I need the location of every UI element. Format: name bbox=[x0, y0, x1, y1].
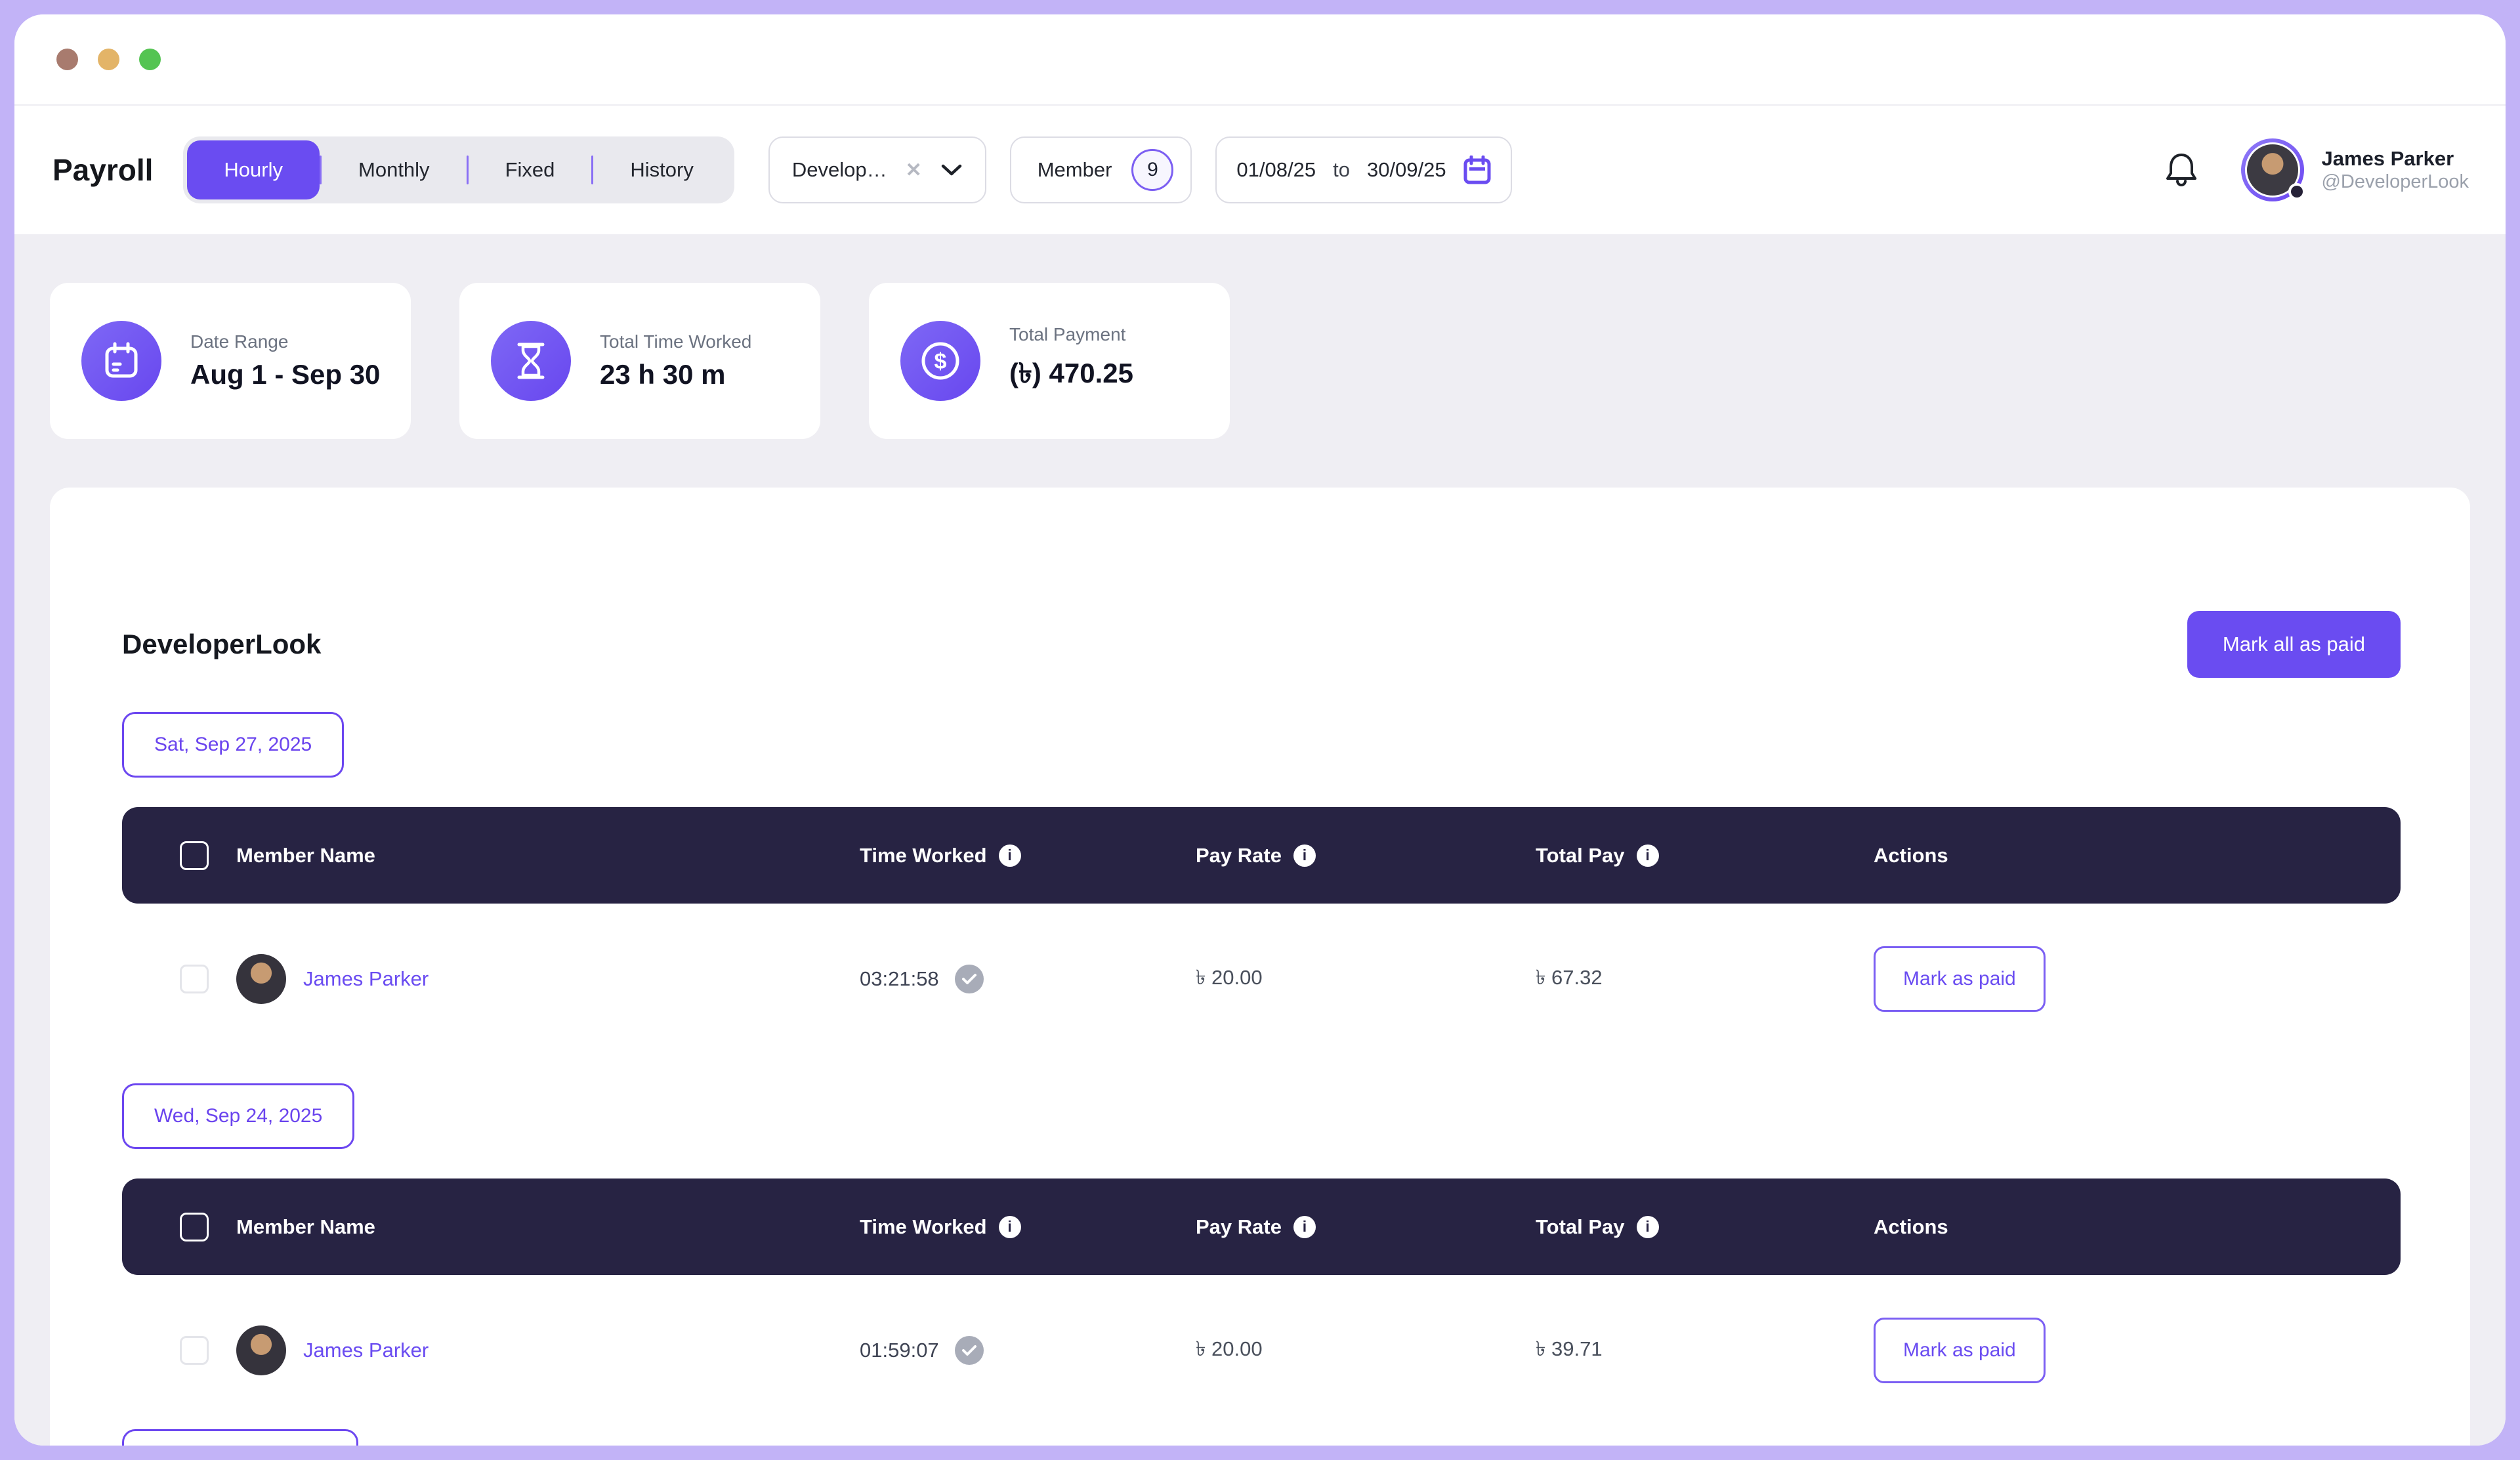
column-member-name: Member Name bbox=[236, 844, 860, 867]
svg-text:$: $ bbox=[934, 349, 947, 374]
table-header: Member Name Time Worked i Pay Rate i Tot… bbox=[122, 807, 2401, 904]
info-icon[interactable]: i bbox=[1293, 845, 1316, 867]
row-checkbox[interactable] bbox=[180, 1336, 209, 1365]
user-info[interactable]: James Parker @DeveloperLook bbox=[2321, 146, 2469, 194]
column-actions: Actions bbox=[1874, 844, 2401, 867]
date-chip-partial[interactable] bbox=[122, 1429, 358, 1446]
payroll-tabs: Hourly Monthly Fixed History bbox=[183, 136, 734, 203]
column-total-pay: Total Pay i bbox=[1536, 844, 1874, 867]
total-pay-value: ৳ 67.32 bbox=[1536, 962, 1874, 996]
column-total-pay: Total Pay i bbox=[1536, 1215, 1874, 1239]
total-pay-value: ৳ 39.71 bbox=[1536, 1333, 1874, 1367]
time-worked-value: 01:59:07 bbox=[860, 1339, 939, 1362]
member-filter-label: Member bbox=[1038, 158, 1112, 182]
select-all-checkbox[interactable] bbox=[180, 1213, 209, 1241]
hourglass-icon bbox=[491, 321, 571, 401]
stat-value: Aug 1 - Sep 30 bbox=[190, 359, 380, 390]
pay-rate-value: ৳ 20.00 bbox=[1196, 1333, 1536, 1367]
member-filter[interactable]: Member 9 bbox=[1010, 136, 1192, 203]
stat-label: Date Range bbox=[190, 331, 380, 352]
table-row: James Parker 01:59:07 ৳ 20.00 ৳ 39.71 Ma… bbox=[122, 1301, 2401, 1400]
info-icon[interactable]: i bbox=[999, 1216, 1021, 1238]
date-chip[interactable]: Wed, Sep 24, 2025 bbox=[122, 1083, 354, 1149]
mark-as-paid-button[interactable]: Mark as paid bbox=[1874, 946, 2046, 1012]
stat-card-date-range: Date Range Aug 1 - Sep 30 bbox=[50, 283, 411, 439]
member-avatar bbox=[236, 954, 286, 1004]
user-handle: @DeveloperLook bbox=[2321, 171, 2469, 194]
member-name-link[interactable]: James Parker bbox=[303, 1339, 429, 1362]
window-titlebar bbox=[14, 14, 2506, 106]
app-header: Payroll Hourly Monthly Fixed History Dev… bbox=[14, 106, 2506, 234]
select-all-checkbox[interactable] bbox=[180, 841, 209, 870]
column-member-name: Member Name bbox=[236, 1215, 860, 1239]
app-window: Payroll Hourly Monthly Fixed History Dev… bbox=[14, 14, 2506, 1446]
page-title: Payroll bbox=[52, 152, 153, 188]
mark-as-paid-button[interactable]: Mark as paid bbox=[1874, 1318, 2046, 1383]
column-time-worked: Time Worked i bbox=[860, 844, 1196, 867]
stat-value: (৳) 470.25 bbox=[1009, 352, 1133, 398]
close-window-button[interactable] bbox=[56, 49, 78, 70]
stat-label: Total Time Worked bbox=[600, 331, 751, 352]
chevron-down-icon bbox=[940, 163, 963, 177]
workspace-select[interactable]: Develop… ✕ bbox=[768, 136, 986, 203]
minimize-window-button[interactable] bbox=[98, 49, 119, 70]
table-row: James Parker 03:21:58 ৳ 20.00 ৳ 67.32 Ma… bbox=[122, 930, 2401, 1028]
status-dot bbox=[2288, 183, 2305, 200]
user-avatar[interactable] bbox=[2241, 138, 2304, 201]
stat-value: 23 h 30 m bbox=[600, 359, 751, 390]
time-worked-value: 03:21:58 bbox=[860, 967, 939, 991]
member-name-link[interactable]: James Parker bbox=[303, 967, 429, 991]
calendar-icon bbox=[81, 321, 161, 401]
member-count-badge: 9 bbox=[1131, 149, 1173, 191]
tab-history[interactable]: History bbox=[593, 140, 730, 199]
payroll-card: DeveloperLook Mark all as paid Sat, Sep … bbox=[50, 488, 2470, 1446]
date-range-end: 30/09/25 bbox=[1367, 158, 1446, 182]
stat-card-total-payment: $ Total Payment (৳) 470.25 bbox=[869, 283, 1230, 439]
tab-hourly[interactable]: Hourly bbox=[187, 140, 320, 199]
column-pay-rate: Pay Rate i bbox=[1196, 1215, 1536, 1239]
filter-bar: Develop… ✕ Member 9 01/08/25 to 30/09/25 bbox=[768, 136, 1512, 203]
table-header: Member Name Time Worked i Pay Rate i Tot… bbox=[122, 1178, 2401, 1275]
dollar-icon: $ bbox=[900, 321, 980, 401]
date-chip[interactable]: Sat, Sep 27, 2025 bbox=[122, 712, 344, 778]
maximize-window-button[interactable] bbox=[139, 49, 161, 70]
info-icon[interactable]: i bbox=[999, 845, 1021, 867]
info-icon[interactable]: i bbox=[1637, 1216, 1659, 1238]
stat-label: Total Payment bbox=[1009, 324, 1133, 345]
column-time-worked: Time Worked i bbox=[860, 1215, 1196, 1239]
info-icon[interactable]: i bbox=[1637, 845, 1659, 867]
workspace-select-value: Develop… bbox=[792, 158, 887, 182]
column-pay-rate: Pay Rate i bbox=[1196, 844, 1536, 867]
member-avatar bbox=[236, 1325, 286, 1375]
mark-all-as-paid-button[interactable]: Mark all as paid bbox=[2187, 611, 2401, 678]
workspace-title: DeveloperLook bbox=[122, 629, 321, 660]
clear-workspace-icon[interactable]: ✕ bbox=[906, 159, 922, 182]
calendar-icon bbox=[1463, 156, 1491, 184]
column-actions: Actions bbox=[1874, 1215, 2401, 1239]
tab-fixed[interactable]: Fixed bbox=[469, 140, 592, 199]
user-name: James Parker bbox=[2321, 146, 2469, 171]
notifications-bell-icon[interactable] bbox=[2165, 152, 2198, 188]
tab-monthly[interactable]: Monthly bbox=[322, 140, 467, 199]
info-icon[interactable]: i bbox=[1293, 1216, 1316, 1238]
page-content: Date Range Aug 1 - Sep 30 Total Time Wor… bbox=[14, 234, 2506, 1446]
pay-rate-value: ৳ 20.00 bbox=[1196, 962, 1536, 996]
date-range-separator: to bbox=[1333, 158, 1350, 182]
row-checkbox[interactable] bbox=[180, 965, 209, 993]
date-range-picker[interactable]: 01/08/25 to 30/09/25 bbox=[1215, 136, 1511, 203]
stats-row: Date Range Aug 1 - Sep 30 Total Time Wor… bbox=[50, 283, 2470, 439]
verified-check-icon bbox=[955, 965, 984, 993]
verified-check-icon bbox=[955, 1336, 984, 1365]
date-range-start: 01/08/25 bbox=[1236, 158, 1316, 182]
stat-card-total-time: Total Time Worked 23 h 30 m bbox=[459, 283, 820, 439]
